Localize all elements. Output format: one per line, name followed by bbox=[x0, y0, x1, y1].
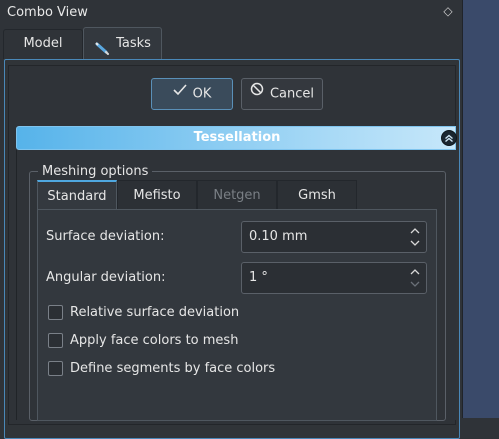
tab-mefisto[interactable]: Mefisto bbox=[117, 180, 197, 209]
angular-deviation-label: Angular deviation: bbox=[46, 270, 166, 285]
define-segments-label[interactable]: Define segments by face colors bbox=[70, 358, 275, 380]
define-segments-checkbox[interactable] bbox=[48, 361, 63, 376]
panel-title: Combo View bbox=[7, 5, 88, 20]
ok-button-label: OK bbox=[192, 86, 212, 102]
relative-surface-deviation-checkbox[interactable] bbox=[48, 305, 63, 320]
angular-deviation-value[interactable]: 1 ° bbox=[249, 263, 268, 293]
side-viewport-strip bbox=[462, 0, 499, 418]
relative-surface-deviation-label[interactable]: Relative surface deviation bbox=[70, 302, 239, 324]
chevron-up-icon[interactable] bbox=[441, 130, 457, 146]
tab-tasks-label: Tasks bbox=[116, 36, 151, 51]
tab-tasks[interactable]: Tasks bbox=[83, 27, 162, 61]
tab-netgen: Netgen bbox=[197, 180, 277, 209]
checkmark-icon bbox=[173, 78, 187, 108]
tab-gmsh[interactable]: Gmsh bbox=[277, 180, 357, 209]
cancel-button-label: Cancel bbox=[269, 86, 315, 102]
tessellation-section-header[interactable]: Tessellation bbox=[16, 126, 457, 150]
tab-standard[interactable]: Standard bbox=[37, 180, 117, 209]
ok-button[interactable]: OK bbox=[151, 78, 233, 110]
tab-model-label: Model bbox=[23, 36, 63, 51]
float-panel-icon[interactable]: ◇ bbox=[441, 3, 455, 19]
surface-deviation-value[interactable]: 0.10 mm bbox=[249, 222, 307, 252]
pencil-icon bbox=[94, 37, 110, 55]
apply-face-colors-label[interactable]: Apply face colors to mesh bbox=[70, 330, 238, 352]
cancel-button[interactable]: Cancel bbox=[241, 78, 323, 110]
tab-model[interactable]: Model bbox=[3, 29, 83, 59]
cancel-icon bbox=[250, 78, 264, 108]
angular-deviation-spinbox[interactable]: 1 ° bbox=[241, 262, 427, 294]
meshing-options-legend: Meshing options bbox=[38, 164, 153, 180]
surface-deviation-spinbox[interactable]: 0.10 mm bbox=[241, 221, 427, 253]
spin-arrows-icon[interactable] bbox=[409, 266, 421, 290]
surface-deviation-label: Surface deviation: bbox=[46, 229, 165, 244]
apply-face-colors-checkbox[interactable] bbox=[48, 333, 63, 348]
section-title: Tessellation bbox=[193, 130, 281, 145]
spin-arrows-icon[interactable] bbox=[409, 225, 421, 249]
